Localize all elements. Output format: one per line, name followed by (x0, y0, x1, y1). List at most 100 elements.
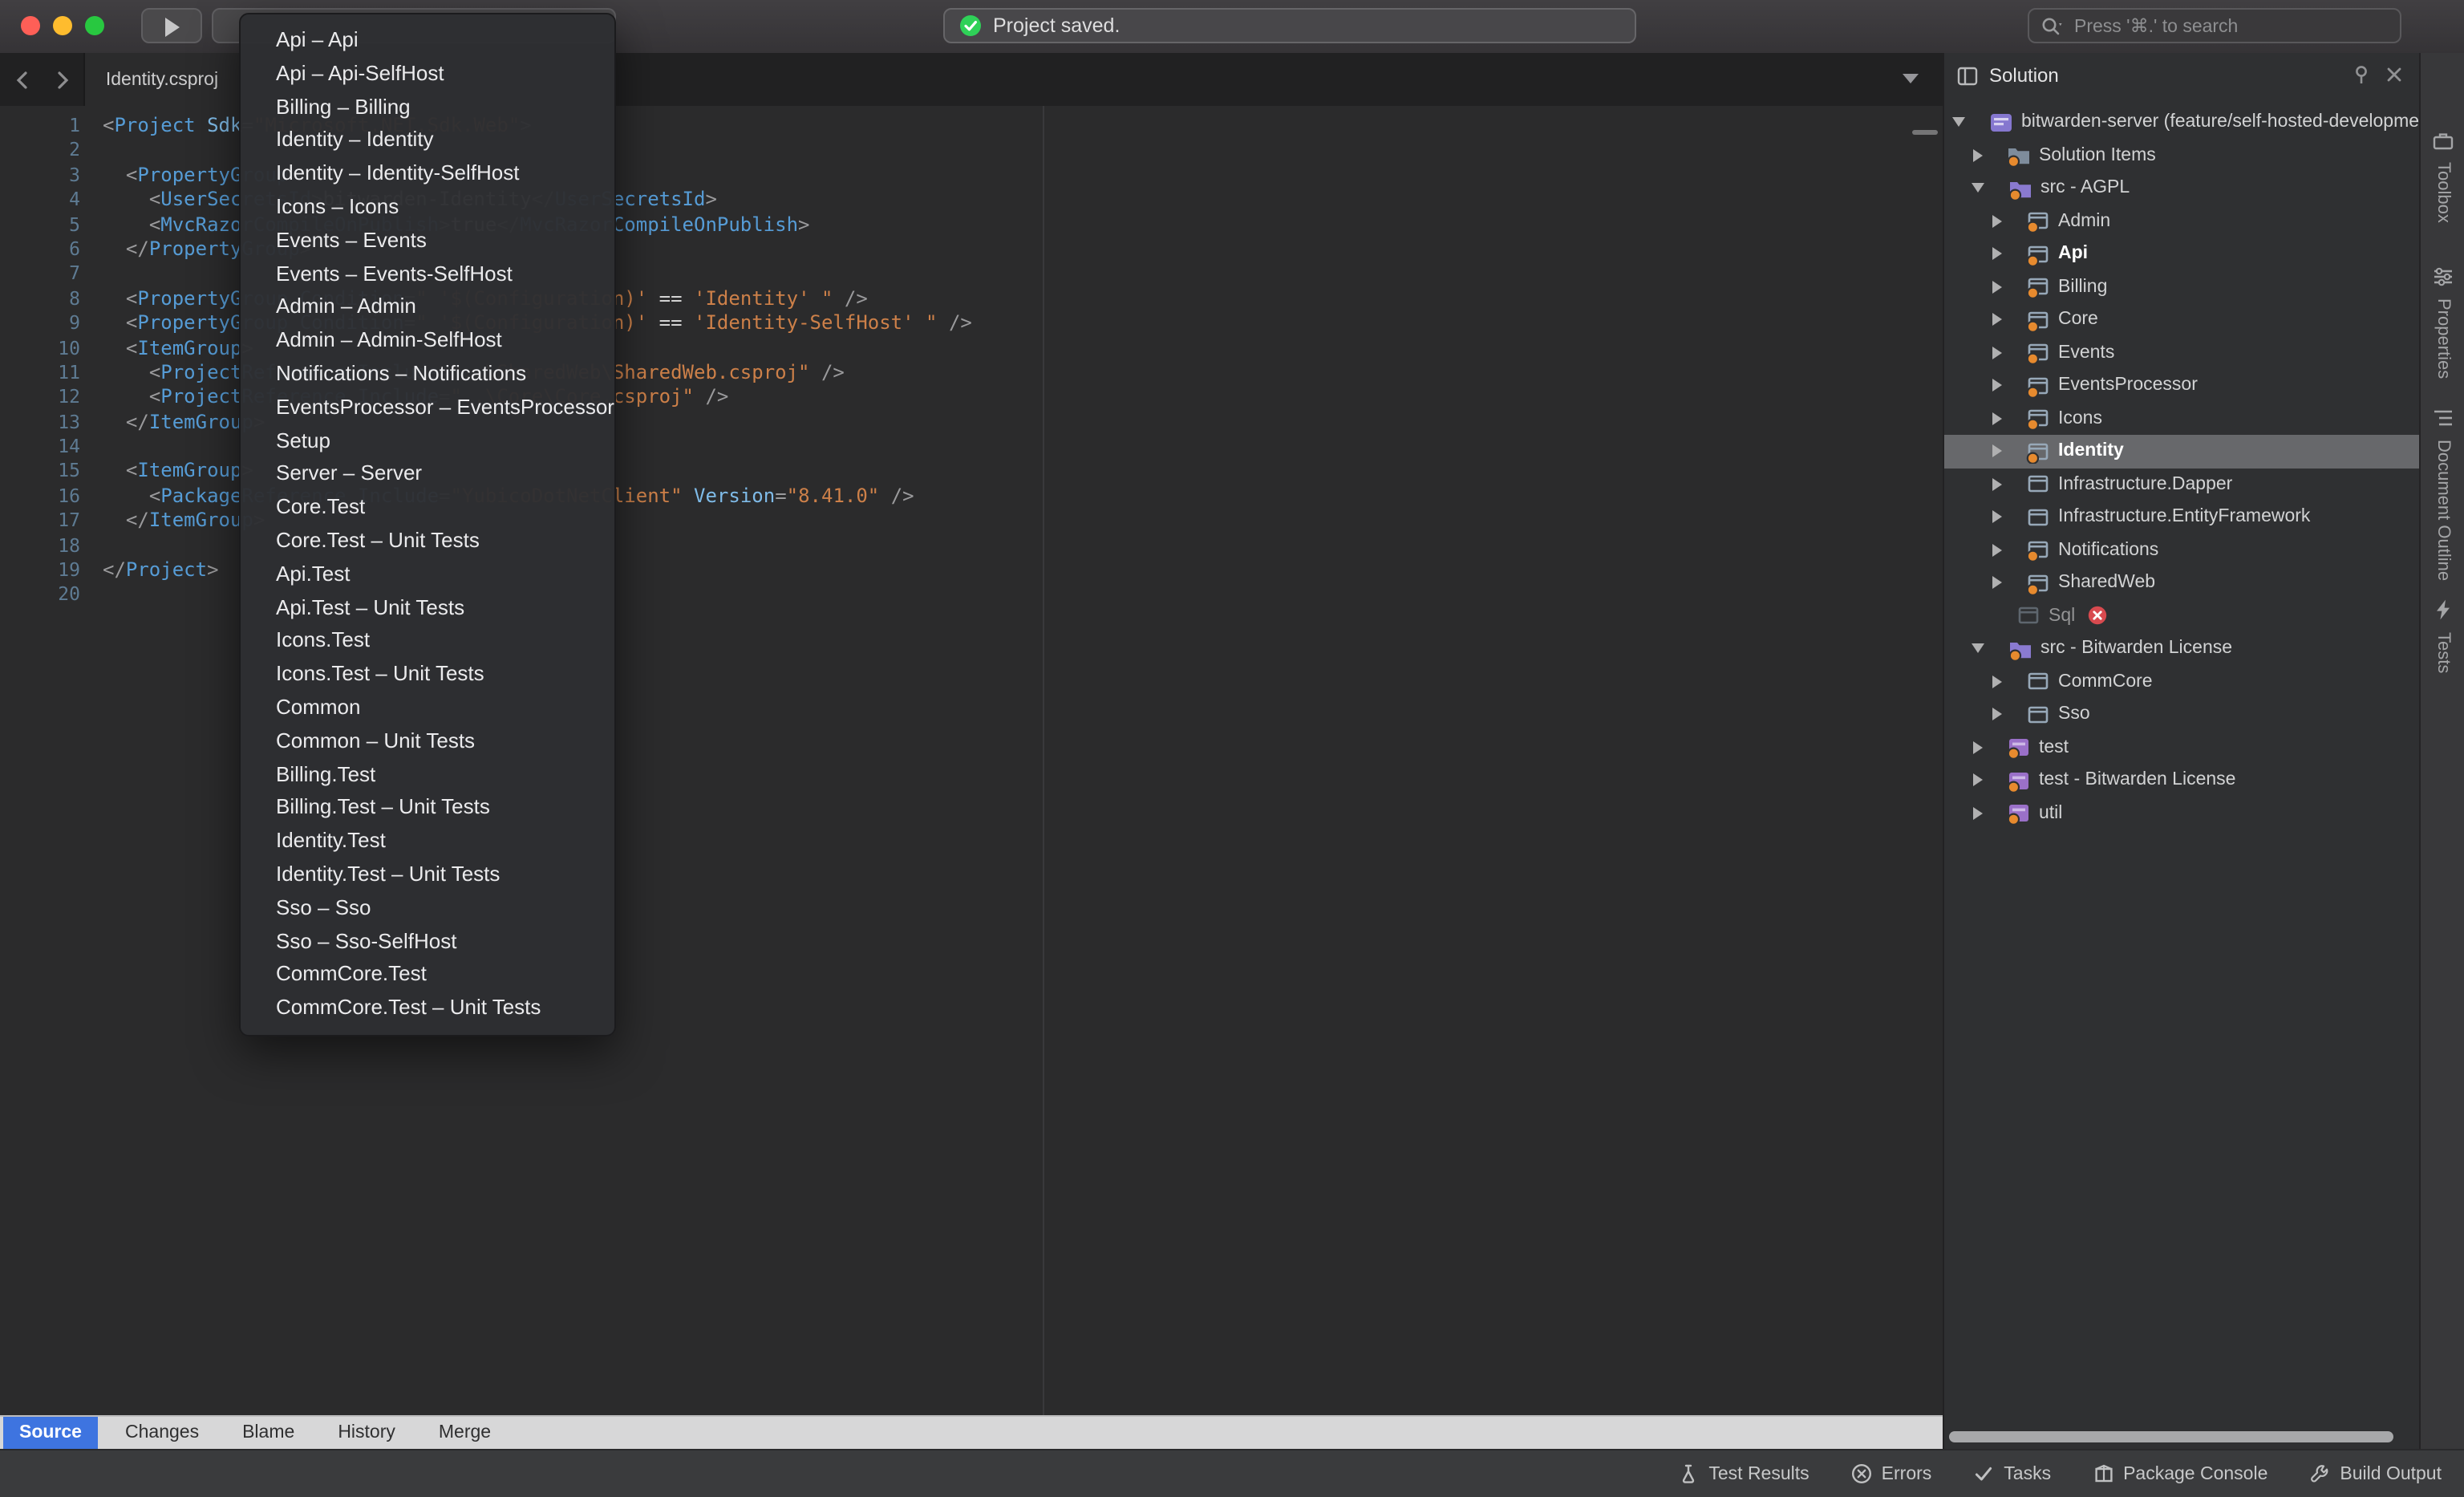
tree-item-test-bitwarden-license[interactable]: test - Bitwarden License (1944, 764, 2419, 797)
disclosure-right-icon[interactable] (1973, 741, 1983, 754)
tree-item-notifications[interactable]: Notifications (1944, 533, 2419, 566)
tree-item-infrastructure-dapper[interactable]: Infrastructure.Dapper (1944, 468, 2419, 501)
disclosure-right-icon[interactable] (1992, 379, 2002, 392)
tree-item-events[interactable]: Events (1944, 336, 2419, 369)
tree-item-src-bitwarden-license[interactable]: src - Bitwarden License (1944, 632, 2419, 665)
tree-item-billing[interactable]: Billing (1944, 270, 2419, 303)
disclosure-right-icon[interactable] (1992, 445, 2002, 458)
bottom-tab-changes[interactable]: Changes (109, 1417, 215, 1449)
tree-item-src-agpl[interactable]: src - AGPL (1944, 172, 2419, 205)
disclosure-right-icon[interactable] (1992, 577, 2002, 590)
status-bar-build-output[interactable]: Build Output (2309, 1463, 2442, 1484)
disclosure-right-icon[interactable] (1992, 347, 2002, 359)
bottom-tab-source[interactable]: Source (3, 1417, 98, 1449)
run-config-core-test[interactable]: Core.Test (241, 491, 614, 525)
run-config-api-test[interactable]: Api.Test (241, 558, 614, 592)
navigate-forward-icon[interactable] (48, 66, 77, 95)
disclosure-right-icon[interactable] (1992, 281, 2002, 294)
disclosure-right-icon[interactable] (1992, 248, 2002, 261)
tree-item-sharedweb[interactable]: SharedWeb (1944, 566, 2419, 599)
close-icon[interactable] (2385, 64, 2403, 85)
run-config-api-test-unit-tests[interactable]: Api.Test – Unit Tests (241, 591, 614, 625)
run-config-icons-icons[interactable]: Icons – Icons (241, 191, 614, 225)
status-bar-test-results[interactable]: Test Results (1678, 1463, 1809, 1484)
disclosure-right-icon[interactable] (1992, 675, 2002, 688)
disclosure-right-icon[interactable] (1992, 478, 2002, 491)
tree-item-identity[interactable]: Identity (1944, 435, 2419, 468)
tree-item-icons[interactable]: Icons (1944, 402, 2419, 435)
dock-tab-properties[interactable]: Properties (2421, 266, 2464, 379)
navigate-back-icon[interactable] (6, 66, 35, 95)
dock-tab-document-outline[interactable]: Document Outline (2421, 408, 2464, 581)
bottom-tab-blame[interactable]: Blame (226, 1417, 310, 1449)
run-config-admin-admin[interactable]: Admin – Admin (241, 291, 614, 325)
run-config-commcore-test-unit-tests[interactable]: CommCore.Test – Unit Tests (241, 992, 614, 1025)
run-config-billing-test-unit-tests[interactable]: Billing.Test – Unit Tests (241, 792, 614, 826)
run-config-icons-test-unit-tests[interactable]: Icons.Test – Unit Tests (241, 658, 614, 692)
run-config-identity-identity-selfhost[interactable]: Identity – Identity-SelfHost (241, 157, 614, 191)
tree-item-admin[interactable]: Admin (1944, 205, 2419, 237)
window-minimize-button[interactable] (53, 16, 72, 35)
tree-item-api[interactable]: Api (1944, 237, 2419, 270)
tree-item-solution-items[interactable]: Solution Items (1944, 139, 2419, 172)
run-config-common-unit-tests[interactable]: Common – Unit Tests (241, 724, 614, 758)
run-config-setup[interactable]: Setup (241, 424, 614, 458)
run-config-api-api-selfhost[interactable]: Api – Api-SelfHost (241, 58, 614, 91)
bottom-tab-merge[interactable]: Merge (423, 1417, 507, 1449)
status-bar-tasks[interactable]: Tasks (1973, 1463, 2051, 1484)
disclosure-right-icon[interactable] (1992, 511, 2002, 524)
disclosure-right-icon[interactable] (1992, 412, 2002, 425)
tree-item-bitwarden-server-feature-self-hosted-development[interactable]: bitwarden-server (feature/self-hosted-de… (1944, 106, 2419, 139)
disclosure-right-icon[interactable] (1992, 314, 2002, 327)
run-config-core-test-unit-tests[interactable]: Core.Test – Unit Tests (241, 525, 614, 558)
search-input[interactable]: Press '⌘.' to search (2028, 8, 2401, 43)
status-bar-errors[interactable]: Errors (1851, 1463, 1932, 1484)
window-zoom-button[interactable] (85, 16, 104, 35)
run-config-sso-sso-selfhost[interactable]: Sso – Sso-SelfHost (241, 925, 614, 959)
editor-tab-identity-csproj[interactable]: Identity.csproj (83, 53, 241, 106)
window-close-button[interactable] (21, 16, 40, 35)
disclosure-right-icon[interactable] (1973, 807, 1983, 820)
tree-item-util[interactable]: util (1944, 797, 2419, 830)
pin-icon[interactable] (2352, 64, 2371, 85)
status-bar-package-console[interactable]: Package Console (2093, 1463, 2267, 1484)
run-config-icons-test[interactable]: Icons.Test (241, 625, 614, 659)
disclosure-down-icon[interactable] (1972, 184, 1984, 193)
disclosure-right-icon[interactable] (1973, 774, 1983, 787)
tree-item-infrastructure-entityframework[interactable]: Infrastructure.EntityFramework (1944, 501, 2419, 533)
tree-item-core[interactable]: Core (1944, 303, 2419, 336)
tab-overflow-caret-icon[interactable] (1903, 74, 1919, 83)
run-config-admin-admin-selfhost[interactable]: Admin – Admin-SelfHost (241, 324, 614, 358)
horizontal-scrollbar[interactable] (1949, 1431, 2393, 1442)
run-config-commcore-test[interactable]: CommCore.Test (241, 959, 614, 992)
run-config-notifications-notifications[interactable]: Notifications – Notifications (241, 358, 614, 391)
run-config-events-events-selfhost[interactable]: Events – Events-SelfHost (241, 258, 614, 291)
bottom-tab-history[interactable]: History (322, 1417, 411, 1449)
run-button[interactable] (141, 8, 202, 43)
run-config-eventsprocessor-eventsprocessor[interactable]: EventsProcessor – EventsProcessor (241, 391, 614, 425)
run-config-billing-billing[interactable]: Billing – Billing (241, 91, 614, 124)
tree-item-commcore[interactable]: CommCore (1944, 665, 2419, 698)
run-config-identity-identity[interactable]: Identity – Identity (241, 124, 614, 158)
disclosure-right-icon[interactable] (1992, 544, 2002, 557)
disclosure-right-icon[interactable] (1992, 215, 2002, 228)
disclosure-down-icon[interactable] (1972, 644, 1984, 654)
tree-item-test[interactable]: test (1944, 731, 2419, 764)
tree-item-eventsprocessor[interactable]: EventsProcessor (1944, 369, 2419, 402)
disclosure-right-icon[interactable] (1973, 149, 1983, 162)
run-config-events-events[interactable]: Events – Events (241, 225, 614, 258)
disclosure-down-icon[interactable] (1952, 118, 1965, 128)
run-config-identity-test[interactable]: Identity.Test (241, 825, 614, 858)
dock-tab-toolbox[interactable]: Toolbox (2421, 130, 2464, 223)
run-config-identity-test-unit-tests[interactable]: Identity.Test – Unit Tests (241, 858, 614, 892)
run-config-server-server[interactable]: Server – Server (241, 458, 614, 492)
scrollbar-indicator[interactable] (1912, 130, 1938, 135)
tree-item-sso[interactable]: Sso (1944, 698, 2419, 731)
disclosure-right-icon[interactable] (1992, 708, 2002, 721)
run-config-sso-sso[interactable]: Sso – Sso (241, 891, 614, 925)
run-config-common[interactable]: Common (241, 692, 614, 725)
dock-tab-tests[interactable]: Tests (2421, 598, 2464, 673)
run-config-api-api[interactable]: Api – Api (241, 24, 614, 58)
tree-item-sql[interactable]: Sql (1944, 599, 2419, 632)
run-config-billing-test[interactable]: Billing.Test (241, 758, 614, 792)
